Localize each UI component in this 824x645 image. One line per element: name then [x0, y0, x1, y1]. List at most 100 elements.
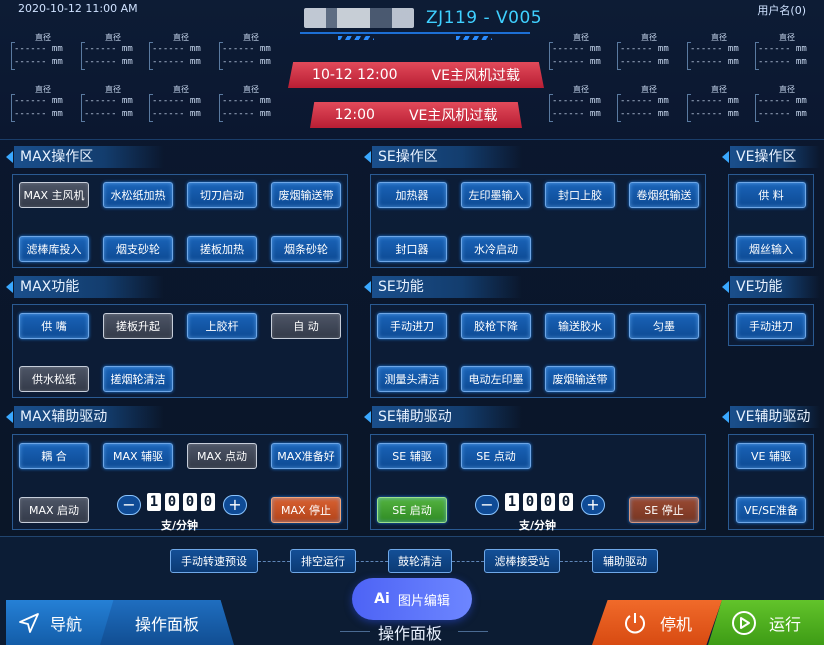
gauge-diameter: 直径 ------ mm ------ mm — [149, 84, 210, 122]
rolling-wheel-clean-button[interactable]: 搓烟轮清洁 — [103, 366, 173, 392]
panel-max-ops: MAX 主风机 水松纸加热 切刀启动 废烟输送带 滤棒库投入 烟支砂轮 搓板加热… — [12, 174, 348, 268]
section-title-se-ops: SE操作区 — [364, 146, 522, 168]
ve-se-ready-button[interactable]: VE/SE准备 — [736, 497, 806, 523]
manual-speed-preset-button[interactable]: 手动转速预设 — [170, 549, 258, 573]
image-edit-badge[interactable]: Ai 图片编辑 — [352, 578, 472, 620]
cutter-start-button[interactable]: 切刀启动 — [187, 182, 257, 208]
datetime: 2020-10-12 11:00 AM — [18, 2, 138, 15]
gauge-value: ------ mm — [552, 57, 601, 67]
gauge-label: 直径 — [779, 33, 795, 42]
hmi-screen: 2020-10-12 11:00 AM 用户名(0) ZJ119 - V005 … — [0, 0, 824, 645]
coupling-button[interactable]: 耦 合 — [19, 443, 89, 469]
gauge-value: ------ mm — [552, 44, 601, 54]
gauge-value: ------ mm — [152, 96, 201, 106]
gauge-value: ------ mm — [620, 96, 669, 106]
electric-left-ink-button[interactable]: 电动左印墨 — [461, 366, 531, 392]
nav-button[interactable]: 导航 — [6, 600, 116, 645]
gauge-label: 直径 — [573, 85, 589, 94]
ve-aux-drive-button[interactable]: VE 辅驱 — [736, 443, 806, 469]
drum-clean-button[interactable]: 鼓轮清洁 — [388, 549, 452, 573]
panel-max-aux: 耦 合 MAX 辅驱 MAX 点动 MAX准备好 MAX 启动 − 1 0 0 … — [12, 434, 348, 532]
alarm-time: 10-12 12:00 — [312, 67, 398, 83]
gauge-label: 直径 — [779, 85, 795, 94]
se-waste-conveyor-button[interactable]: 废烟输送带 — [545, 366, 615, 392]
tobacco-input-button[interactable]: 烟丝输入 — [736, 236, 806, 262]
measuring-head-clean-button[interactable]: 测量头清洁 — [377, 366, 447, 392]
glue-gun-down-button[interactable]: 胶枪下降 — [461, 313, 531, 339]
section-title-max-ops: MAX操作区 — [6, 146, 164, 168]
rod-grinder-button[interactable]: 烟支砂轮 — [103, 236, 173, 262]
user-name[interactable]: 用户名(0) — [757, 2, 806, 18]
plus-icon[interactable]: + — [581, 495, 605, 515]
ink-even-button[interactable]: 匀墨 — [629, 313, 699, 339]
gauge-label: 直径 — [641, 33, 657, 42]
filter-hopper-button[interactable]: 滤棒库投入 — [19, 236, 89, 262]
alarm-banner[interactable]: 12:00 VE主风机过载 — [310, 102, 522, 128]
gauge-value: ------ mm — [14, 44, 63, 54]
se-start-button[interactable]: SE 启动 — [377, 497, 447, 523]
manual-feed-knife-button[interactable]: 手动进刀 — [377, 313, 447, 339]
left-ink-input-button[interactable]: 左印墨输入 — [461, 182, 531, 208]
waste-conveyor-button[interactable]: 废烟输送带 — [271, 182, 341, 208]
run-label: 运行 — [768, 614, 801, 634]
section-title-se-aux: SE辅助驱动 — [364, 406, 522, 428]
glue-feed-button[interactable]: 输送胶水 — [545, 313, 615, 339]
se-aux-drive-button[interactable]: SE 辅驱 — [377, 443, 447, 469]
rolling-plate-heat-button[interactable]: 搓板加热 — [187, 236, 257, 262]
gauge-diameter: 直径 ------ mm ------ mm — [219, 84, 280, 122]
max-start-button[interactable]: MAX 启动 — [19, 497, 89, 523]
counter-digit: 0 — [165, 493, 179, 511]
max-jog-button[interactable]: MAX 点动 — [187, 443, 257, 469]
gauge-value: ------ mm — [222, 109, 271, 119]
strip-grinder-button[interactable]: 烟条砂轮 — [271, 236, 341, 262]
se-jog-button[interactable]: SE 点动 — [461, 443, 531, 469]
tipping-paper-heat-button[interactable]: 水松纸加热 — [103, 182, 173, 208]
gauge-diameter: 直径 ------ mm ------ mm — [687, 84, 748, 122]
gauge-diameter: 直径 ------ mm ------ mm — [755, 84, 816, 122]
minus-icon[interactable]: − — [475, 495, 499, 515]
max-stop-button[interactable]: MAX 停止 — [271, 497, 341, 523]
stop-label: 停机 — [659, 614, 692, 634]
gauge-value: ------ mm — [620, 57, 669, 67]
empty-run-button[interactable]: 排空运行 — [290, 549, 356, 573]
gauge-diameter: 直径 ------ mm ------ mm — [755, 32, 816, 70]
aux-drive-mode-button[interactable]: 辅助驱动 — [592, 549, 658, 573]
run-machine-button[interactable]: 运行 — [708, 600, 824, 645]
stop-machine-button[interactable]: 停机 — [592, 600, 722, 645]
operation-panel-tab[interactable]: 操作面板 — [100, 600, 234, 645]
machine-title: ZJ119 - V005 — [426, 8, 543, 28]
section-title-ve-ops: VE操作区 — [722, 146, 820, 168]
header: 2020-10-12 11:00 AM 用户名(0) ZJ119 - V005 … — [0, 0, 824, 140]
minus-icon[interactable]: − — [117, 495, 141, 515]
panel-ve-ops: 供 料 烟丝输入 — [728, 174, 814, 268]
water-cooling-button[interactable]: 水冷启动 — [461, 236, 531, 262]
gauge-value: ------ mm — [758, 96, 807, 106]
max-main-fan-button[interactable]: MAX 主风机 — [19, 182, 89, 208]
auto-button[interactable]: 自 动 — [271, 313, 341, 339]
glue-bar-button[interactable]: 上胶杆 — [187, 313, 257, 339]
feed-button[interactable]: 供 料 — [736, 182, 806, 208]
counter-digit: 0 — [183, 493, 197, 511]
cigarette-paper-feed-button[interactable]: 卷烟纸输送 — [629, 182, 699, 208]
ve-manual-feed-knife-button[interactable]: 手动进刀 — [736, 313, 806, 339]
tipping-paper-feed-button[interactable]: 供水松纸 — [19, 366, 89, 392]
max-aux-drive-button[interactable]: MAX 辅驱 — [103, 443, 173, 469]
tip-feed-button[interactable]: 供 嘴 — [19, 313, 89, 339]
max-ready-button[interactable]: MAX准备好 — [271, 443, 341, 469]
heater-button[interactable]: 加热器 — [377, 182, 447, 208]
filter-receiving-station-button[interactable]: 滤棒接受站 — [484, 549, 560, 573]
rolling-plate-raise-button[interactable]: 搓板升起 — [103, 313, 173, 339]
gauge-label: 直径 — [243, 85, 259, 94]
connector-line — [452, 561, 484, 562]
gauge-diameter: 直径 ------ mm ------ mm — [11, 32, 72, 70]
seal-glue-button[interactable]: 封口上胶 — [545, 182, 615, 208]
sealer-button[interactable]: 封口器 — [377, 236, 447, 262]
se-stop-button[interactable]: SE 停止 — [629, 497, 699, 523]
section-title-max-func: MAX功能 — [6, 276, 164, 298]
section-title-se-func: SE功能 — [364, 276, 522, 298]
counter-digit: 1 — [147, 493, 161, 511]
plus-icon[interactable]: + — [223, 495, 247, 515]
panel-ve-aux: VE 辅驱 VE/SE准备 — [728, 434, 814, 530]
alarm-banner[interactable]: 10-12 12:00 VE主风机过载 — [288, 62, 544, 88]
gauge-value: ------ mm — [690, 109, 739, 119]
